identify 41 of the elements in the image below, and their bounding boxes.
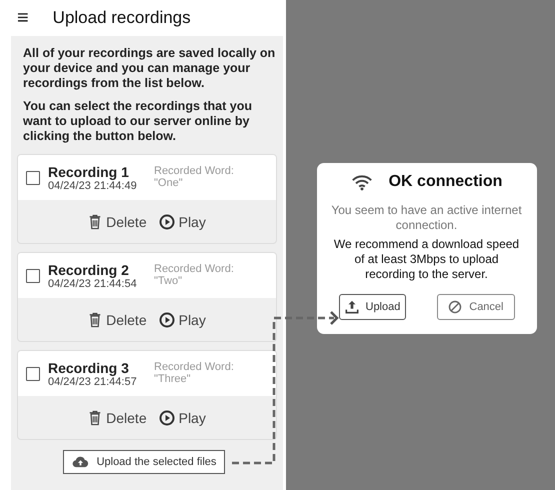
- checkbox[interactable]: [26, 366, 40, 380]
- recording-timestamp: 04/24/23 21:44:49: [48, 180, 138, 192]
- recorded-word: "One": [154, 176, 184, 188]
- word-label: Recorded Word:: [154, 262, 234, 274]
- menu-icon[interactable]: ≡: [17, 6, 29, 30]
- page-title: Upload recordings: [52, 8, 191, 28]
- recording-title: Recording 2: [48, 262, 130, 278]
- intro-paragraph: You can select the recordings that you want to upload to our server online by clicking the button below.: [23, 99, 253, 144]
- dialog-message: We recommend a download speed of at least 3Mbps to upload recording to the server.: [332, 237, 520, 282]
- play-icon: [158, 312, 175, 328]
- recording-timestamp: 04/24/23 21:44:57: [48, 376, 138, 388]
- cloud-upload-icon: [72, 456, 89, 468]
- upload-icon: [344, 300, 358, 314]
- word-label: Recorded Word:: [154, 360, 234, 372]
- checkbox[interactable]: [26, 170, 40, 184]
- play-button[interactable]: Play: [158, 312, 206, 328]
- play-button[interactable]: Play: [158, 214, 206, 230]
- recorded-word: "Two": [154, 274, 183, 286]
- wifi-icon: [350, 174, 373, 190]
- cancel-icon: [448, 300, 462, 314]
- recording-timestamp: 04/24/23 21:44:54: [48, 278, 138, 290]
- upload-selected-button[interactable]: Upload the selected files: [62, 450, 226, 474]
- status-text: You seem to have an active internet connection.: [330, 203, 523, 233]
- dialog-title: OK connection: [388, 173, 502, 191]
- delete-button[interactable]: Delete: [88, 214, 147, 230]
- checkbox[interactable]: [26, 268, 40, 282]
- delete-button[interactable]: Delete: [88, 312, 147, 328]
- play-icon: [158, 410, 175, 426]
- upload-button[interactable]: Upload: [338, 294, 406, 320]
- cancel-button[interactable]: Cancel: [437, 294, 514, 320]
- word-label: Recorded Word:: [154, 164, 234, 176]
- trash-icon: [88, 312, 102, 328]
- recording-title: Recording 1: [48, 164, 130, 180]
- trash-icon: [88, 214, 102, 230]
- trash-icon: [88, 410, 102, 426]
- recorded-word: "Three": [154, 372, 192, 384]
- play-icon: [158, 214, 175, 230]
- recording-title: Recording 3: [48, 360, 130, 376]
- play-button[interactable]: Play: [158, 410, 206, 426]
- intro-paragraph: All of your recordings are saved locally on your device and you can manage your recordings from the list below.: [23, 46, 276, 91]
- delete-button[interactable]: Delete: [88, 410, 147, 426]
